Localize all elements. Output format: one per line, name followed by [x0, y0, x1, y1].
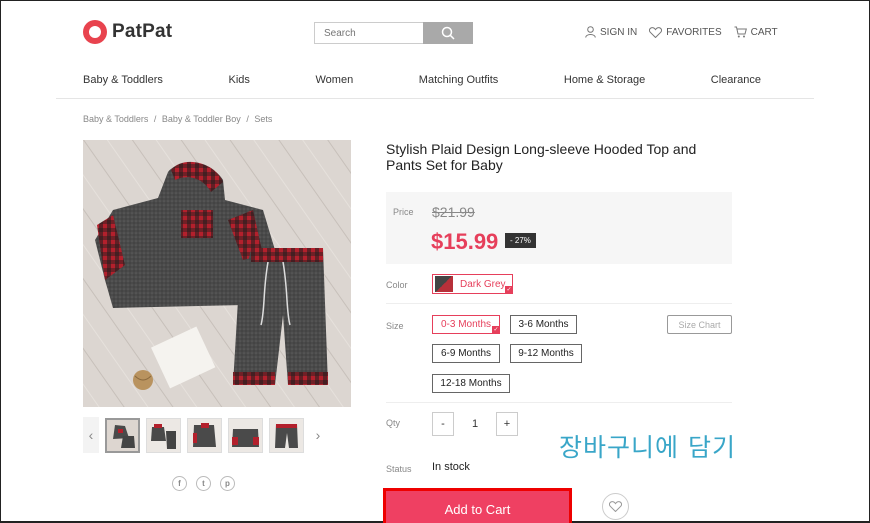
thumbnail-3[interactable]	[187, 417, 222, 453]
size-option-9-12-months[interactable]: 9-12 Months	[510, 344, 582, 363]
size-label: Size	[386, 321, 404, 331]
nav-item-home-storage[interactable]: Home & Storage	[564, 74, 645, 86]
color-value: Dark Grey	[460, 278, 506, 290]
divider	[386, 402, 732, 403]
cart-link[interactable]: CART	[734, 26, 778, 38]
logo-icon	[83, 20, 107, 44]
color-label: Color	[386, 280, 408, 290]
heart-icon	[609, 501, 622, 512]
product-main-image[interactable]	[83, 140, 351, 407]
color-swatch	[435, 276, 453, 292]
chevron-right-icon: ›	[315, 427, 321, 443]
favorite-button[interactable]	[602, 493, 629, 520]
qty-increase-button[interactable]: +	[496, 412, 518, 436]
nav-item-clearance[interactable]: Clearance	[711, 74, 761, 86]
qty-label: Qty	[386, 418, 401, 428]
nav-item-women[interactable]: Women	[316, 74, 354, 86]
patpat-logo[interactable]: PatPat	[83, 20, 172, 44]
thumbnail-5[interactable]	[269, 417, 304, 453]
breadcrumb-baby-toddler-boy[interactable]: Baby & Toddler Boy	[162, 114, 241, 124]
thumbnail-carousel: ‹ ›	[83, 416, 333, 454]
heart-icon	[649, 26, 663, 38]
twitter-icon[interactable]: t	[196, 476, 211, 491]
search-icon	[441, 26, 455, 40]
breadcrumb-sets[interactable]: Sets	[254, 114, 272, 124]
breadcrumb-separator: /	[153, 114, 157, 124]
status-label: Status	[386, 464, 412, 474]
nav-item-baby-toddlers[interactable]: Baby & Toddlers	[83, 74, 163, 86]
product-title: Stylish Plaid Design Long-sleeve Hooded …	[386, 141, 697, 173]
breadcrumb-separator: /	[246, 114, 249, 124]
color-option-dark-grey[interactable]: Dark Grey	[432, 274, 513, 294]
cart-label: CART	[750, 26, 778, 38]
quantity-stepper: - 1 +	[432, 412, 518, 436]
main-nav: Baby & Toddlers Kids Women Matching Outf…	[83, 74, 761, 86]
favorites-label: FAVORITES	[666, 26, 722, 38]
stock-status: In stock	[432, 461, 470, 473]
share-buttons: f t p	[172, 476, 244, 491]
sign-in-link[interactable]: SIGN IN	[585, 26, 637, 38]
cart-icon	[734, 26, 747, 38]
favorites-link[interactable]: FAVORITES	[649, 26, 722, 38]
size-option-0-3-months[interactable]: 0-3 Months	[432, 315, 500, 334]
nav-item-matching-outfits[interactable]: Matching Outfits	[419, 74, 498, 86]
chevron-left-icon: ‹	[88, 427, 94, 443]
thumbnail-2[interactable]	[146, 417, 181, 453]
nav-divider	[56, 98, 814, 99]
facebook-icon[interactable]: f	[172, 476, 187, 491]
search-button[interactable]	[423, 22, 473, 44]
sale-price: $15.99	[431, 229, 499, 254]
original-price: $21.99	[432, 204, 475, 220]
header-links: SIGN IN FAVORITES CART	[585, 26, 778, 38]
user-icon	[585, 26, 596, 38]
overlay-annotation: 장바구니에 담기	[559, 433, 736, 462]
thumb-prev-button[interactable]: ‹	[83, 417, 99, 453]
search-bar	[314, 22, 473, 44]
qty-value[interactable]: 1	[454, 418, 496, 430]
price-label: Price	[393, 207, 414, 217]
size-option-12-18-months[interactable]: 12-18 Months	[432, 374, 510, 393]
pinterest-icon[interactable]: p	[220, 476, 235, 491]
add-to-cart-button[interactable]: Add to Cart	[383, 488, 572, 523]
nav-item-kids[interactable]: Kids	[229, 74, 250, 86]
thumb-next-button[interactable]: ›	[310, 417, 326, 453]
thumbnail-4[interactable]	[228, 417, 263, 453]
breadcrumb: Baby & Toddlers / Baby & Toddler Boy / S…	[83, 114, 275, 124]
size-chart-button[interactable]: Size Chart	[667, 315, 732, 334]
price-box: Price $21.99 $15.99 - 27%	[386, 192, 732, 264]
size-option-6-9-months[interactable]: 6-9 Months	[432, 344, 500, 363]
discount-badge: - 27%	[505, 233, 536, 248]
search-input[interactable]	[314, 22, 423, 44]
size-option-3-6-months[interactable]: 3-6 Months	[510, 315, 577, 334]
breadcrumb-baby-toddlers[interactable]: Baby & Toddlers	[83, 114, 148, 124]
logo-text: PatPat	[112, 21, 173, 42]
thumbnail-1[interactable]	[105, 417, 140, 453]
sign-in-label: SIGN IN	[600, 26, 638, 38]
qty-decrease-button[interactable]: -	[432, 412, 454, 436]
divider	[386, 303, 732, 304]
